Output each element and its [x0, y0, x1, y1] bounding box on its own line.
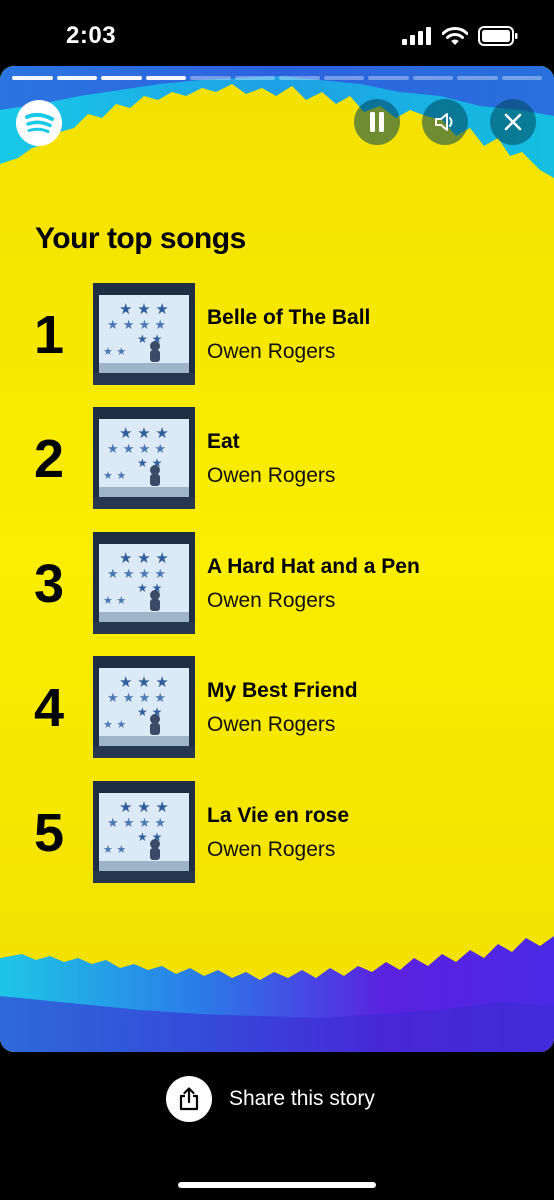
spotify-logo-icon [16, 100, 62, 146]
share-icon [179, 1087, 199, 1111]
svg-text:★ ★ ★: ★ ★ ★ [119, 300, 169, 318]
wifi-icon [442, 26, 468, 45]
close-button[interactable] [490, 99, 536, 145]
song-title: Eat [207, 430, 240, 453]
volume-icon [435, 113, 453, 131]
share-icon-button[interactable] [166, 1076, 212, 1122]
svg-text:★ ★ ★: ★ ★ ★ [119, 673, 169, 691]
song-artist: Owen Rogers [207, 464, 336, 487]
status-icons [402, 26, 518, 46]
album-cover-image: ★ ★ ★ ★ ★ ★ ★ ★ ★ ★ ★ [93, 283, 195, 385]
progress-segment [190, 76, 231, 80]
svg-text:★ ★ ★ ★: ★ ★ ★ ★ [107, 442, 166, 457]
svg-text:★ ★: ★ ★ [103, 718, 126, 731]
story-card[interactable]: Your top songs 1 ★ ★ ★ ★ ★ ★ ★ ★ ★ ★ ★ B… [0, 66, 554, 1052]
pause-icon [370, 112, 384, 132]
album-cover-image: ★ ★ ★ ★ ★ ★ ★ ★ ★ ★ ★ [93, 407, 195, 509]
progress-segment [101, 76, 142, 80]
svg-text:★ ★: ★ ★ [103, 594, 126, 607]
song-title: A Hard Hat and a Pen [207, 555, 420, 578]
battery-icon [478, 26, 518, 46]
song-rank: 2 [34, 429, 65, 489]
song-title: Belle of The Ball [207, 306, 371, 329]
song-row[interactable]: 2 ★ ★ ★ ★ ★ ★ ★ ★ ★ ★ ★ Eat Owen Rogers [0, 407, 554, 511]
svg-text:★ ★ ★ ★: ★ ★ ★ ★ [107, 318, 166, 333]
svg-text:★ ★ ★: ★ ★ ★ [119, 424, 169, 442]
song-rank: 3 [34, 554, 65, 614]
progress-segment [501, 76, 542, 80]
song-row[interactable]: 4 ★ ★ ★ ★ ★ ★ ★ ★ ★ ★ ★ My Best Friend O… [0, 656, 554, 760]
share-label: Share this story [229, 1087, 375, 1110]
cellular-signal-icon [402, 27, 431, 45]
volume-button[interactable] [422, 99, 468, 145]
progress-segment [234, 76, 275, 80]
song-artist: Owen Rogers [207, 340, 336, 363]
pause-button[interactable] [354, 99, 400, 145]
status-bar: 2:03 [0, 0, 554, 66]
song-artist: Owen Rogers [207, 589, 336, 612]
progress-segment [323, 76, 364, 80]
song-artist: Owen Rogers [207, 838, 336, 861]
song-rank: 4 [34, 678, 65, 738]
home-indicator[interactable] [178, 1182, 376, 1188]
album-cover-image: ★ ★ ★ ★ ★ ★ ★ ★ ★ ★ ★ [93, 532, 195, 634]
song-rank: 1 [34, 305, 65, 365]
song-rank: 5 [34, 803, 65, 863]
svg-text:★ ★: ★ ★ [103, 345, 126, 358]
svg-text:★ ★ ★: ★ ★ ★ [119, 798, 169, 816]
progress-segment [12, 76, 53, 80]
svg-text:★ ★: ★ ★ [103, 469, 126, 482]
song-row[interactable]: 5 ★ ★ ★ ★ ★ ★ ★ ★ ★ ★ ★ La Vie en rose O… [0, 781, 554, 885]
share-story-button[interactable]: Share this story [166, 1076, 375, 1122]
album-cover-image: ★ ★ ★ ★ ★ ★ ★ ★ ★ ★ ★ [93, 781, 195, 883]
svg-text:★ ★ ★ ★: ★ ★ ★ ★ [107, 816, 166, 831]
progress-segment [457, 76, 498, 80]
story-heading: Your top songs [35, 222, 246, 255]
story-progress [12, 76, 542, 80]
progress-segment [412, 76, 453, 80]
close-icon [504, 113, 522, 131]
svg-text:★ ★ ★: ★ ★ ★ [119, 549, 169, 567]
song-row[interactable]: 3 ★ ★ ★ ★ ★ ★ ★ ★ ★ ★ ★ A Hard Hat and a… [0, 532, 554, 636]
status-time: 2:03 [66, 22, 117, 49]
album-cover-image: ★ ★ ★ ★ ★ ★ ★ ★ ★ ★ ★ [93, 656, 195, 758]
progress-segment [145, 76, 186, 80]
progress-segment [56, 76, 97, 80]
song-title: My Best Friend [207, 679, 358, 702]
song-title: La Vie en rose [207, 804, 350, 827]
svg-text:★ ★ ★ ★: ★ ★ ★ ★ [107, 567, 166, 582]
progress-segment [368, 76, 409, 80]
svg-text:★ ★ ★ ★: ★ ★ ★ ★ [107, 691, 166, 706]
song-artist: Owen Rogers [207, 713, 336, 736]
progress-segment [279, 76, 320, 80]
svg-text:★ ★: ★ ★ [103, 843, 126, 856]
song-row[interactable]: 1 ★ ★ ★ ★ ★ ★ ★ ★ ★ ★ ★ Belle of The Bal… [0, 283, 554, 387]
